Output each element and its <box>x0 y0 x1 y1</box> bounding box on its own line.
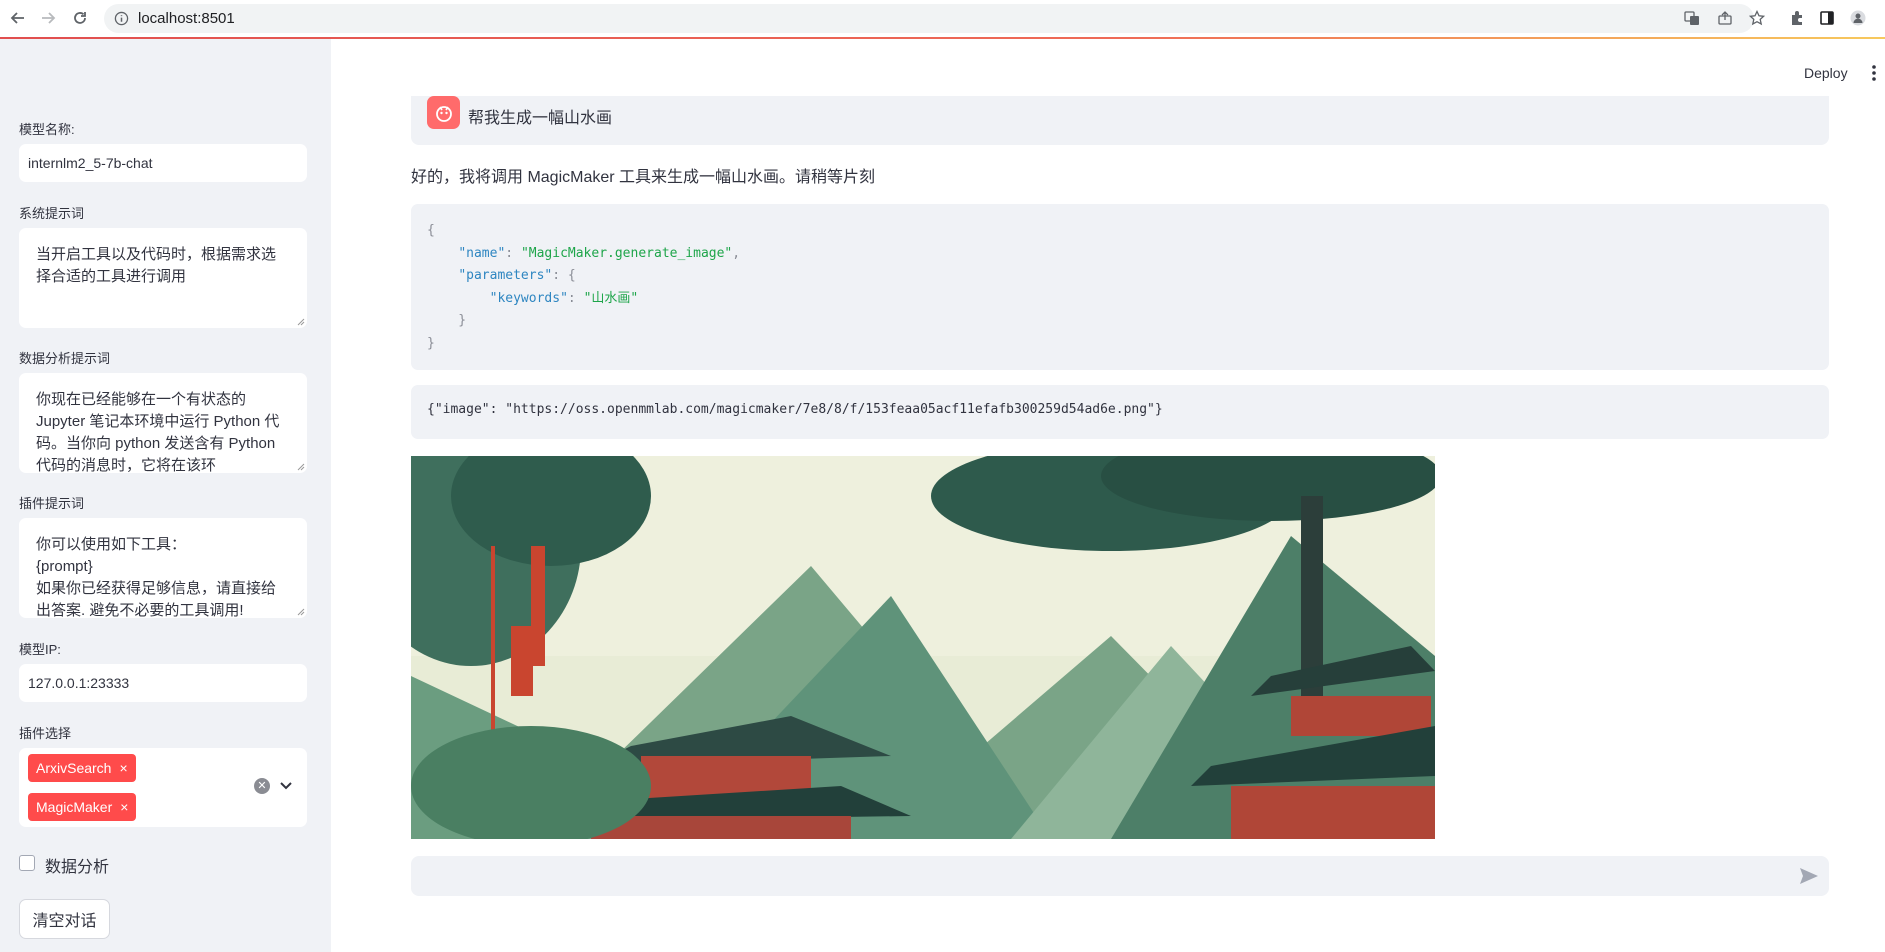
model-name-label: 模型名称: <box>19 122 75 137</box>
sidebar: 模型名称: internlm2_5-7b-chat 系统提示词 当开启工具以及代… <box>0 39 331 952</box>
plugin-multiselect[interactable]: ArxivSearch × MagicMaker × ✕ <box>19 748 307 827</box>
main-content: Deploy 帮我生成一幅山水画 好的，我将调用 MagicMaker 工具来生… <box>331 39 1885 952</box>
plugin-prompt-label: 插件提示词 <box>19 496 85 511</box>
data-prompt-text: 你现在已经能够在一个有状态的 Jupyter 笔记本环境中运行 Python 代… <box>36 391 280 473</box>
code-line: { <box>427 223 435 238</box>
code-key: "name" <box>458 245 506 261</box>
plugin-prompt-text: 你可以使用如下工具： {prompt} 如果你已经获得足够信息，请直接给出答案.… <box>36 536 277 618</box>
remove-tag-icon[interactable]: × <box>120 799 128 815</box>
extensions-icon[interactable] <box>1788 9 1806 27</box>
tool-result-block: {"image": "https://oss.openmmlab.com/mag… <box>411 385 1829 439</box>
share-icon[interactable] <box>1716 9 1734 27</box>
plugin-select-label: 插件选择 <box>19 726 72 741</box>
plugin-tag-magicmaker: MagicMaker × <box>28 793 137 821</box>
plugin-prompt-textarea[interactable]: 你可以使用如下工具： {prompt} 如果你已经获得足够信息，请直接给出答案.… <box>19 518 307 618</box>
remove-tag-icon[interactable]: × <box>119 760 127 776</box>
data-analysis-label: 数据分析 <box>45 859 110 876</box>
code-line: } <box>427 313 467 328</box>
plugin-tag-label: MagicMaker <box>36 799 113 815</box>
browser-toolbar: localhost:8501 <box>0 0 1885 37</box>
more-menu-icon[interactable] <box>1871 64 1877 82</box>
code-line: } <box>427 335 435 351</box>
data-prompt-label: 数据分析提示词 <box>19 351 111 366</box>
chevron-down-icon[interactable] <box>279 778 293 794</box>
system-prompt-textarea[interactable]: 当开启工具以及代码时，根据需求选择合适的工具进行调用 <box>19 228 307 328</box>
code-line: "parameters": { <box>458 268 576 283</box>
plugin-tag-label: ArxivSearch <box>36 760 112 776</box>
generated-landscape-image <box>411 456 1435 839</box>
address-bar[interactable]: localhost:8501 <box>104 4 1754 33</box>
system-prompt-text: 当开启工具以及代码时，根据需求选择合适的工具进行调用 <box>36 246 277 285</box>
model-ip-input[interactable]: 127.0.0.1:23333 <box>19 664 307 702</box>
code-line: "name": "MagicMaker.generate_image", <box>458 245 741 261</box>
url-text[interactable]: localhost:8501 <box>138 10 235 27</box>
code-string: "MagicMaker.generate_image" <box>520 245 733 261</box>
code-key: "keywords" <box>489 290 568 306</box>
forward-icon[interactable] <box>38 8 58 28</box>
code-line: "keywords": "山水画" <box>489 290 639 306</box>
code-string: "山水画" <box>583 290 639 306</box>
back-icon[interactable] <box>8 8 28 28</box>
translate-icon[interactable] <box>1683 9 1701 27</box>
model-name-input[interactable]: internlm2_5-7b-chat <box>19 144 307 182</box>
side-panel-icon[interactable] <box>1818 9 1836 27</box>
bookmark-star-icon[interactable] <box>1748 9 1766 27</box>
data-prompt-textarea[interactable]: 你现在已经能够在一个有状态的 Jupyter 笔记本环境中运行 Python 代… <box>19 373 307 473</box>
user-avatar-icon <box>427 96 460 129</box>
code-key: "parameters" <box>458 268 553 283</box>
data-analysis-checkbox[interactable] <box>19 855 35 871</box>
chat-input[interactable] <box>411 856 1829 896</box>
send-icon[interactable] <box>1799 867 1819 885</box>
clear-selection-icon[interactable]: ✕ <box>254 778 270 794</box>
resize-grip-icon[interactable] <box>297 318 305 326</box>
system-prompt-label: 系统提示词 <box>19 206 85 221</box>
clear-chat-button[interactable]: 清空对话 <box>19 899 110 939</box>
code-block: { "name": "MagicMaker.generate_image", "… <box>411 204 1829 370</box>
chat-input-field[interactable] <box>411 856 1829 896</box>
resize-grip-icon[interactable] <box>297 608 305 616</box>
assistant-message-text: 好的，我将调用 MagicMaker 工具来生成一幅山水画。请稍等片刻 <box>411 169 876 186</box>
site-info-icon[interactable] <box>114 11 129 26</box>
user-message-text: 帮我生成一幅山水画 <box>468 110 613 127</box>
reload-icon[interactable] <box>70 8 90 28</box>
plugin-tag-arxivsearch: ArxivSearch × <box>28 754 136 782</box>
user-message: 帮我生成一幅山水画 <box>411 96 1829 145</box>
profile-avatar-icon[interactable] <box>1849 9 1867 27</box>
model-ip-label: 模型IP: <box>19 642 61 657</box>
deploy-button[interactable]: Deploy <box>1804 65 1848 81</box>
resize-grip-icon[interactable] <box>297 463 305 471</box>
